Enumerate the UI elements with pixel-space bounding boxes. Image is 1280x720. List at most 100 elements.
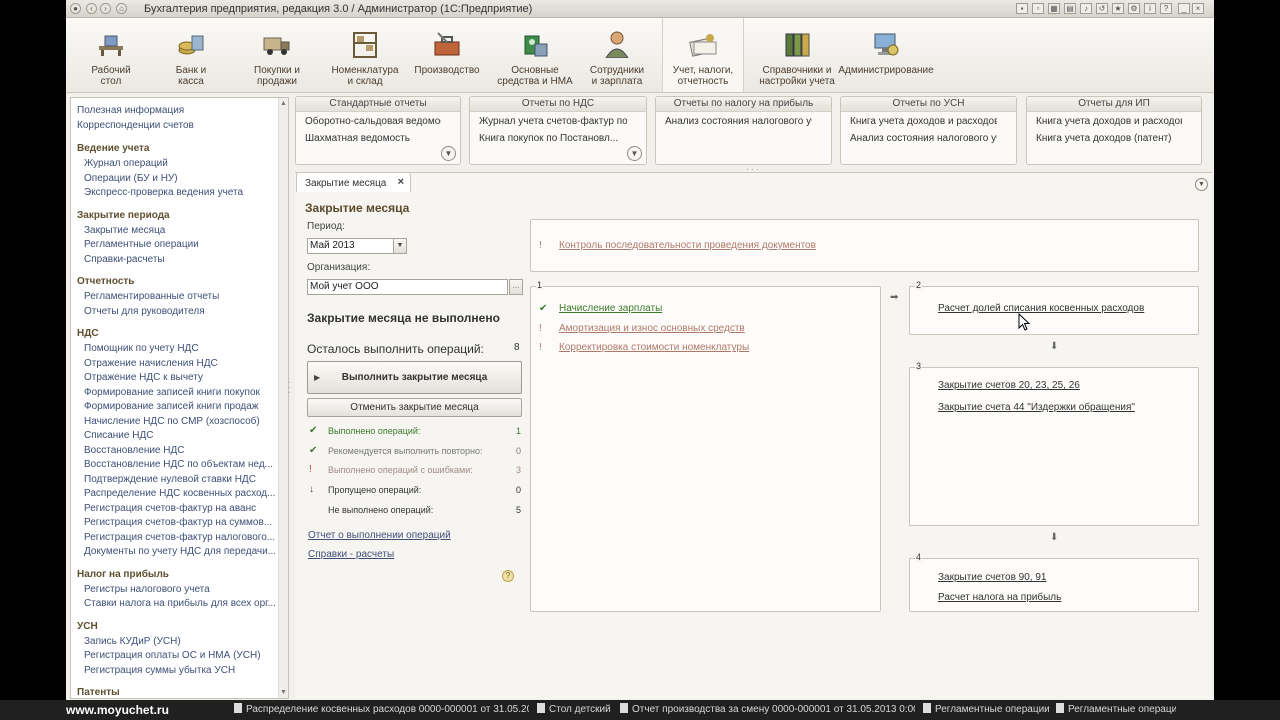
- taskbar-task[interactable]: Стол детский: [537, 702, 613, 718]
- taskbar-task[interactable]: Отчет производства за смену 0000-000001 …: [620, 702, 915, 718]
- close-tab-icon[interactable]: ×: [398, 176, 404, 188]
- history-icon[interactable]: ↺: [1096, 3, 1108, 14]
- operation-link[interactable]: Начисление зарплаты: [559, 303, 662, 314]
- minimize-icon[interactable]: _: [1178, 3, 1190, 14]
- operation-link[interactable]: Расчет налога на прибыль: [938, 592, 1061, 603]
- nav-link[interactable]: Регистрация суммы убытка УСН: [84, 665, 277, 676]
- run-month-close-button[interactable]: ▶ Выполнить закрытие месяца: [307, 361, 522, 394]
- section-desk[interactable]: Рабочий стол: [76, 18, 146, 92]
- operation-link[interactable]: Закрытие счета 44 "Издержки обращения": [938, 402, 1135, 413]
- nav-link[interactable]: Экспресс-проверка ведения учета: [84, 187, 277, 198]
- organization-field[interactable]: Мой учет ООО …: [307, 279, 523, 295]
- nav-link[interactable]: Документы по учету НДС для передачи...: [84, 546, 277, 557]
- info-icon[interactable]: i: [1144, 3, 1156, 14]
- app-menu-icon[interactable]: ●: [70, 3, 81, 14]
- nav-link[interactable]: Регистрация счетов-фактур на суммов...: [84, 517, 277, 528]
- panel-report-link[interactable]: Книга учета доходов (патент): [1036, 133, 1182, 144]
- home-icon[interactable]: ⌂: [116, 3, 127, 14]
- nav-link[interactable]: Журнал операций: [84, 158, 277, 169]
- nav-link[interactable]: Регистрация счетов-фактур на аванс: [84, 503, 277, 514]
- taskbar-task[interactable]: Регламентные операции: [923, 702, 1049, 718]
- operation-link[interactable]: Расчет долей списания косвенных расходов: [938, 303, 1144, 314]
- nav-link[interactable]: Полезная информация: [77, 105, 277, 116]
- period-dropdown-icon[interactable]: ▼: [393, 238, 407, 254]
- nav-link[interactable]: Восстановление НДС по объектам нед...: [84, 459, 277, 470]
- nav-link[interactable]: Регистры налогового учета: [84, 584, 277, 595]
- calculator-icon[interactable]: ▤: [1064, 3, 1076, 14]
- nav-link[interactable]: Регистрация оплаты ОС и НМА (УСН): [84, 650, 277, 661]
- nav-link[interactable]: Начисление НДС по СМР (хозспособ): [84, 416, 277, 427]
- section-toolbox[interactable]: Производство: [406, 18, 488, 92]
- nav-link[interactable]: Справки-расчеты: [84, 254, 277, 265]
- panel-splitter[interactable]: · · ·: [288, 379, 294, 397]
- nav-link[interactable]: Регламентированные отчеты: [84, 291, 277, 302]
- panel-report-link[interactable]: Журнал учета счетов-фактур по ...: [479, 116, 627, 127]
- help-question-icon[interactable]: ?: [502, 570, 514, 582]
- calendar-icon[interactable]: ▦: [1048, 3, 1060, 14]
- nav-group-title: Налог на прибыль: [77, 568, 169, 580]
- nav-link[interactable]: Ставки налога на прибыль для всех орг...: [84, 598, 277, 609]
- calculations-link[interactable]: Справки - расчеты: [308, 549, 394, 560]
- operation-link[interactable]: Закрытие счетов 20, 23, 25, 26: [938, 380, 1080, 391]
- print-icon[interactable]: ▫: [1032, 3, 1044, 14]
- forward-icon[interactable]: ›: [100, 3, 111, 14]
- nav-link[interactable]: Операции (БУ и НУ): [84, 173, 277, 184]
- nav-link[interactable]: Отчеты для руководителя: [84, 306, 277, 317]
- nav-link[interactable]: Подтверждение нулевой ставки НДС: [84, 474, 277, 485]
- expand-more-icon[interactable]: ▼: [627, 146, 642, 161]
- nav-link[interactable]: Закрытие месяца: [84, 225, 277, 236]
- settings-icon[interactable]: ⚙: [1128, 3, 1140, 14]
- section-employee[interactable]: Сотрудники и зарплата: [576, 18, 658, 92]
- panel-report-link[interactable]: Оборотно-сальдовая ведомость: [305, 116, 441, 127]
- operation-link[interactable]: Амортизация и износ основных средств: [559, 323, 745, 334]
- nav-link[interactable]: Формирование записей книги покупок: [84, 387, 277, 398]
- scroll-up-icon[interactable]: ▲: [280, 100, 287, 107]
- back-icon[interactable]: ‹: [86, 3, 97, 14]
- nav-link[interactable]: Регламентные операции: [84, 239, 277, 250]
- navigation-scrollbar[interactable]: ▲ ▼: [278, 98, 288, 698]
- nav-link[interactable]: Отражение НДС к вычету: [84, 372, 277, 383]
- period-field[interactable]: Май 2013 ▼: [307, 238, 407, 254]
- taskbar-task[interactable]: Регламентные операции: [1056, 702, 1176, 718]
- panel-report-link[interactable]: Книга покупок по Постановл...: [479, 133, 627, 144]
- panel-report-link[interactable]: Анализ состояния налогового уч...: [665, 116, 812, 127]
- section-label: Справочники и настройки учета: [759, 65, 835, 87]
- cancel-month-close-button[interactable]: Отменить закрытие месяца: [307, 398, 522, 417]
- close-window-icon[interactable]: ×: [1192, 3, 1204, 14]
- nav-link[interactable]: Формирование записей книги продаж: [84, 401, 277, 412]
- operation-link[interactable]: Закрытие счетов 90, 91: [938, 572, 1046, 583]
- section-admin-computer[interactable]: Администрирование: [834, 18, 938, 92]
- save-icon[interactable]: ▪: [1016, 3, 1028, 14]
- operations-report-link[interactable]: Отчет о выполнении операций: [308, 530, 451, 541]
- panel-report-link[interactable]: Книга учета доходов и расходов ...: [1036, 116, 1182, 127]
- organization-select-icon[interactable]: …: [509, 279, 523, 295]
- section-warehouse-shelf[interactable]: Номенклатура и склад: [321, 18, 409, 92]
- expand-more-icon[interactable]: ▼: [441, 146, 456, 161]
- nav-link[interactable]: Отражение начисления НДС: [84, 358, 277, 369]
- operation-link[interactable]: Корректировка стоимости номенклатуры: [559, 342, 749, 353]
- nav-link[interactable]: Запись КУДиР (УСН): [84, 636, 277, 647]
- section-fixed-assets[interactable]: Основные средства и НМА: [491, 18, 579, 92]
- section-truck[interactable]: Покупки и продажи: [236, 18, 318, 92]
- nav-link[interactable]: Списание НДС: [84, 430, 277, 441]
- nav-link[interactable]: Корреспонденции счетов: [77, 120, 277, 131]
- tabs-menu-icon[interactable]: ▼: [1195, 178, 1208, 191]
- operation-link[interactable]: Контроль последовательности проведения д…: [559, 240, 816, 251]
- panel-report-link[interactable]: Анализ состояния налогового уч...: [850, 133, 997, 144]
- nav-link[interactable]: Восстановление НДС: [84, 445, 277, 456]
- panel-title: Отчеты по налогу на прибыль: [656, 97, 831, 112]
- scroll-down-icon[interactable]: ▼: [280, 689, 287, 696]
- help-icon[interactable]: ?: [1160, 3, 1172, 14]
- panel-report-link[interactable]: Книга учета доходов и расходов (...: [850, 116, 997, 127]
- nav-link[interactable]: Регистрация счетов-фактур налогового...: [84, 532, 277, 543]
- tab-month-close[interactable]: Закрытие месяца ×: [296, 172, 411, 192]
- section-coins[interactable]: Банк и касса: [156, 18, 226, 92]
- bell-icon[interactable]: ♪: [1080, 3, 1092, 14]
- taskbar-task[interactable]: Распределение косвенных расходов 0000-00…: [234, 702, 529, 718]
- favorites-icon[interactable]: ★: [1112, 3, 1124, 14]
- nav-link[interactable]: Помощник по учету НДС: [84, 343, 277, 354]
- nav-link[interactable]: Распределение НДС косвенных расход...: [84, 488, 277, 499]
- section-binders[interactable]: Справочники и настройки учета: [754, 18, 840, 92]
- section-accounting-papers[interactable]: Учет, налоги, отчетность: [662, 18, 744, 92]
- panel-report-link[interactable]: Шахматная ведомость: [305, 133, 441, 144]
